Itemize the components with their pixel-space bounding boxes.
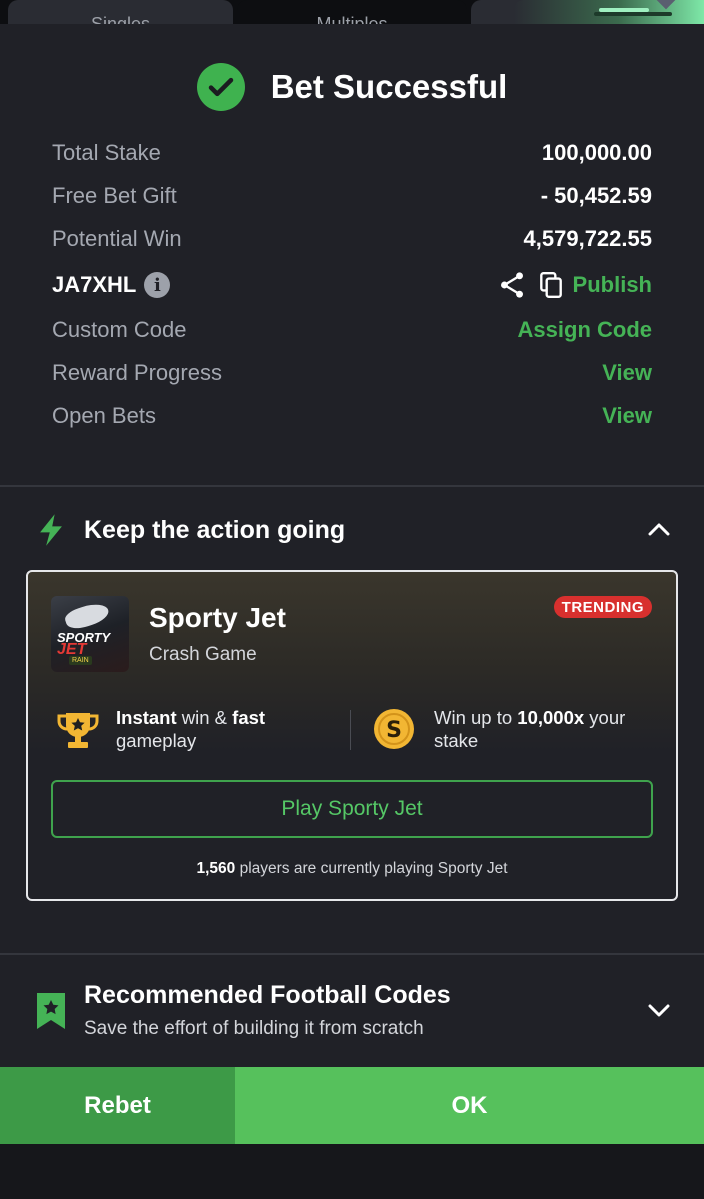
info-icon[interactable]: i xyxy=(144,272,171,298)
divider xyxy=(0,953,704,955)
bet-type-tabs: Singles Multiples System xyxy=(0,0,704,24)
feature-text: Win up to xyxy=(434,707,518,728)
success-header: Bet Successful xyxy=(0,62,704,112)
feature-instant-win-text: Instant win & fast gameplay xyxy=(116,706,265,752)
publish-link[interactable]: Publish xyxy=(573,272,652,298)
feature-bold: Instant xyxy=(116,707,177,728)
rebet-button[interactable]: Rebet xyxy=(0,1067,235,1144)
promo-diamond-icon xyxy=(654,0,678,10)
free-bet-label: Free Bet Gift xyxy=(52,183,177,208)
bookmark-star-icon xyxy=(36,992,66,1035)
sporty-jet-thumbnail: SPORTY JET RAIN xyxy=(51,596,129,672)
open-bets-label: Open Bets xyxy=(52,403,156,428)
share-icon[interactable] xyxy=(499,271,525,299)
bottom-safe-area xyxy=(0,1144,704,1199)
custom-code-row: Custom Code Assign Code xyxy=(52,313,652,347)
feature-text: stake xyxy=(434,730,479,751)
promo-bar xyxy=(594,12,672,16)
feature-separator xyxy=(350,710,351,750)
open-bets-row: Open Bets View xyxy=(52,399,652,433)
players-count: 1,560 xyxy=(196,860,236,877)
potential-win-value: 4,579,722.55 xyxy=(523,226,652,251)
footer-actions: Rebet OK xyxy=(0,1067,704,1144)
recommended-codes-subtitle: Save the effort of building it from scra… xyxy=(84,1018,424,1039)
recommended-codes-title: Recommended Football Codes xyxy=(84,981,451,1009)
check-icon xyxy=(196,63,245,111)
free-bet-value: - 50,452.59 xyxy=(540,183,652,208)
total-stake-value: 100,000.00 xyxy=(541,140,652,165)
reward-progress-view-link[interactable]: View xyxy=(602,360,652,386)
reward-progress-row: Reward Progress View xyxy=(52,356,652,390)
booking-code-text: JA7XHL xyxy=(52,272,137,297)
feature-text: win & xyxy=(176,707,233,728)
total-stake-row: Total Stake 100,000.00 xyxy=(52,136,652,170)
feature-bold: 10,000x xyxy=(517,707,585,728)
reward-progress-label: Reward Progress xyxy=(52,360,222,385)
tab-multiples[interactable]: Multiples xyxy=(237,0,467,24)
bolt-icon xyxy=(36,513,66,552)
free-bet-row: Free Bet Gift - 50,452.59 xyxy=(52,179,652,213)
divider xyxy=(0,485,704,487)
custom-code-label: Custom Code xyxy=(52,317,187,342)
coin-icon: S xyxy=(372,708,416,755)
game-name: Sporty Jet xyxy=(149,602,286,633)
potential-win-row: Potential Win 4,579,722.55 xyxy=(52,222,652,256)
plane-icon xyxy=(62,599,112,633)
open-bets-view-link[interactable]: View xyxy=(602,403,652,429)
bet-success-sheet: Bet Successful Total Stake 100,000.00 Fr… xyxy=(0,24,704,1067)
potential-win-label: Potential Win xyxy=(52,226,182,251)
copy-icon[interactable] xyxy=(539,271,563,299)
tab-singles[interactable]: Singles xyxy=(8,0,233,24)
assign-code-link[interactable]: Assign Code xyxy=(518,317,652,343)
total-stake-label: Total Stake xyxy=(52,140,161,165)
tab-label: Multiples xyxy=(316,14,388,24)
play-sporty-jet-button[interactable]: Play Sporty Jet xyxy=(51,780,653,838)
feature-multiplier: S Win up to 10,000x your stake xyxy=(372,706,625,755)
promo-banner-peek xyxy=(514,0,704,24)
feature-bold: fast xyxy=(232,707,266,728)
feature-multiplier-text: Win up to 10,000x your stake xyxy=(434,706,625,752)
game-type: Crash Game xyxy=(149,644,257,665)
tab-label: Singles xyxy=(90,14,151,24)
feature-text: your xyxy=(584,707,626,728)
thumb-logo: SPORTY JET xyxy=(57,631,123,658)
sporty-jet-card[interactable]: SPORTY JET RAIN Sporty Jet Crash Game TR… xyxy=(26,570,678,901)
page-title: Bet Successful xyxy=(270,68,508,105)
svg-text:S: S xyxy=(386,718,402,743)
feature-instant-win: Instant win & fast gameplay xyxy=(56,706,265,755)
chevron-up-icon[interactable] xyxy=(648,522,670,541)
trending-badge: TRENDING xyxy=(553,596,652,618)
players-text: players are currently playing Sporty Jet xyxy=(235,860,508,877)
keep-action-title: Keep the action going xyxy=(84,516,346,544)
thumb-rain-label: RAIN xyxy=(69,656,92,665)
booking-code-row: JA7XHL i Publish xyxy=(52,268,652,302)
keep-action-header[interactable]: Keep the action going xyxy=(0,512,704,552)
booking-code[interactable]: JA7XHL i xyxy=(52,272,171,298)
feature-text: gameplay xyxy=(116,730,197,751)
trophy-icon xyxy=(56,710,100,755)
ok-button[interactable]: OK xyxy=(235,1067,704,1144)
chevron-down-icon[interactable] xyxy=(648,1004,670,1023)
players-count-text: 1,560 players are currently playing Spor… xyxy=(28,860,676,878)
code-actions: Publish xyxy=(499,271,652,299)
